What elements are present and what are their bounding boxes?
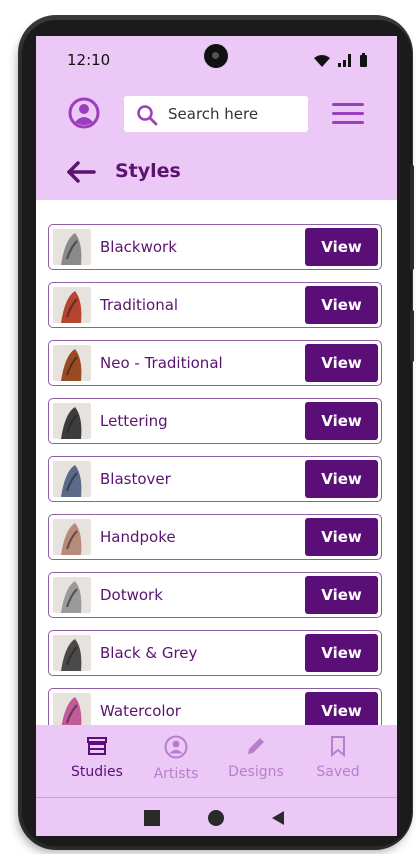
- tattoo-image-icon: [53, 229, 91, 265]
- status-time: 12:10: [67, 51, 111, 69]
- styles-list: Blackwork View Traditional View Neo - Tradit…: [48, 224, 384, 746]
- wifi-icon: [314, 55, 330, 67]
- style-row[interactable]: Traditional View: [48, 282, 382, 328]
- style-thumbnail: [53, 519, 91, 555]
- style-thumbnail: [53, 693, 91, 729]
- tattoo-image-icon: [53, 635, 91, 671]
- style-name: Dotwork: [100, 586, 163, 604]
- style-row[interactable]: Black & Grey View: [48, 630, 382, 676]
- power-button: [410, 310, 414, 362]
- nav-item-studies[interactable]: Studies: [57, 735, 137, 780]
- front-camera: [204, 44, 228, 68]
- tattoo-image-icon: [53, 519, 91, 555]
- style-row[interactable]: Blastover View: [48, 456, 382, 502]
- nav-label: Artists: [153, 766, 199, 782]
- view-button[interactable]: View: [305, 518, 378, 556]
- app-header: 12:10 Search here Styles: [36, 36, 397, 200]
- status-icons: [314, 53, 367, 67]
- signal-icon: [338, 54, 351, 67]
- style-row[interactable]: Neo - Traditional View: [48, 340, 382, 386]
- view-button[interactable]: View: [305, 460, 378, 498]
- page-title: Styles: [115, 160, 181, 182]
- store-icon: [86, 735, 108, 759]
- bookmark-icon: [328, 735, 348, 759]
- app-screen: 12:10 Search here Styles Blackwork View …: [36, 36, 397, 836]
- style-name: Handpoke: [100, 528, 176, 546]
- tattoo-image-icon: [53, 287, 91, 323]
- nav-label: Saved: [316, 764, 360, 780]
- style-thumbnail: [53, 577, 91, 613]
- view-button[interactable]: View: [305, 344, 378, 382]
- style-thumbnail: [53, 403, 91, 439]
- style-thumbnail: [53, 229, 91, 265]
- battery-icon: [360, 53, 367, 67]
- user-circle-icon: [164, 735, 188, 759]
- hamburger-menu-icon[interactable]: [332, 103, 364, 125]
- tattoo-image-icon: [53, 461, 91, 497]
- search-icon: [137, 105, 158, 126]
- style-thumbnail: [53, 635, 91, 671]
- nav-label: Studies: [71, 764, 123, 780]
- style-name: Blastover: [100, 470, 171, 488]
- style-thumbnail: [53, 287, 91, 323]
- view-button[interactable]: View: [305, 634, 378, 672]
- style-name: Watercolor: [100, 702, 181, 720]
- style-name: Neo - Traditional: [100, 354, 223, 372]
- nav-label: Designs: [228, 764, 284, 780]
- search-placeholder: Search here: [168, 105, 259, 123]
- volume-button: [410, 165, 414, 270]
- view-button[interactable]: View: [305, 576, 378, 614]
- status-bar: 12:10: [36, 36, 397, 80]
- home-icon[interactable]: [207, 809, 225, 827]
- pencil-icon: [245, 735, 267, 759]
- recent-apps-icon[interactable]: [144, 810, 160, 826]
- nav-item-saved[interactable]: Saved: [298, 735, 378, 780]
- system-navigation-bar: [36, 797, 397, 836]
- style-row[interactable]: Blackwork View: [48, 224, 382, 270]
- nav-item-artists[interactable]: Artists: [136, 735, 216, 782]
- tattoo-image-icon: [53, 345, 91, 381]
- style-thumbnail: [53, 345, 91, 381]
- style-row[interactable]: Dotwork View: [48, 572, 382, 618]
- view-button[interactable]: View: [305, 402, 378, 440]
- style-name: Lettering: [100, 412, 168, 430]
- style-row[interactable]: Lettering View: [48, 398, 382, 444]
- tattoo-image-icon: [53, 577, 91, 613]
- style-name: Black & Grey: [100, 644, 198, 662]
- style-name: Blackwork: [100, 238, 177, 256]
- bottom-navigation: Studies Artists Designs Saved: [36, 725, 397, 797]
- style-name: Traditional: [100, 296, 179, 314]
- view-button[interactable]: View: [305, 228, 378, 266]
- nav-item-designs[interactable]: Designs: [216, 735, 296, 780]
- tattoo-image-icon: [53, 693, 91, 729]
- profile-avatar-icon[interactable]: [68, 97, 100, 129]
- back-arrow-icon[interactable]: [66, 161, 96, 183]
- back-nav-icon[interactable]: [271, 810, 285, 826]
- tattoo-image-icon: [53, 403, 91, 439]
- search-input[interactable]: Search here: [124, 96, 308, 132]
- style-row[interactable]: Handpoke View: [48, 514, 382, 560]
- view-button[interactable]: View: [305, 286, 378, 324]
- style-thumbnail: [53, 461, 91, 497]
